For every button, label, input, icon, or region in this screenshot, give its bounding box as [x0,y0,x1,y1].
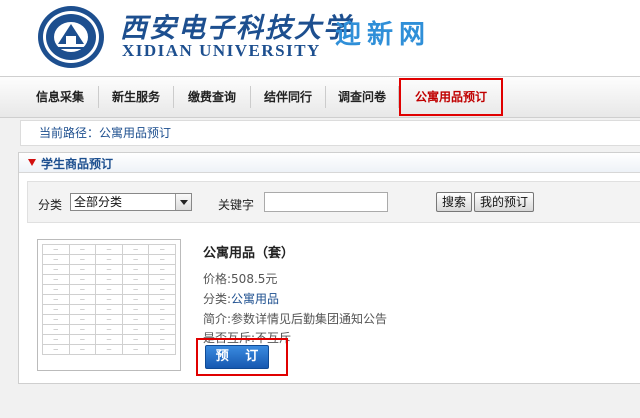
triangle-icon [28,159,36,166]
breadcrumb-prefix: 当前路径： [39,126,100,140]
site-name: 迎新网 [335,20,432,50]
product-image[interactable]: — — — — — — — — — — — — — — — — — — — — — — — — — — — — — — — — — —… [37,239,181,371]
category-field-label: 分类: [203,292,232,306]
breadcrumb-current[interactable]: 公寓用品预订 [99,126,171,140]
intro-label: 简介: [203,312,232,326]
breadcrumb: 当前路径：公寓用品预订 [20,120,640,146]
product-category: 分类:公寓用品 [203,290,279,307]
keyword-input[interactable] [264,192,388,212]
nav-item-info-collection[interactable]: 信息采集 [22,77,98,118]
nav-item-freshman-service[interactable]: 新生服务 [99,77,173,118]
category-select[interactable]: 全部分类 [70,193,192,211]
product-panel: 学生商品预订 分类 全部分类 关键字 搜索 我的预订 — — — — — — — — — — —… [18,152,640,384]
category-field-value[interactable]: 公寓用品 [231,292,279,306]
site-header: 西安电子科技大学 XIDIAN UNIVERSITY 迎新网 [0,0,640,76]
product-price: 价格:508.5元 [203,270,277,287]
university-name-cn: 西安电子科技大学 [120,13,352,44]
footer-bar [0,392,640,418]
university-seal-icon [38,6,104,68]
category-selected-value: 全部分类 [74,195,123,209]
university-name-en: XIDIAN UNIVERSITY [122,41,321,60]
search-button[interactable]: 搜索 [436,192,473,212]
filter-bar: 分类 全部分类 关键字 搜索 我的预订 [27,181,640,223]
price-label: 价格: [203,272,232,286]
chevron-down-icon[interactable] [175,194,191,210]
panel-header: 学生商品预订 [19,153,640,173]
product-intro: 简介:参数详情见后勤集团通知公告 [203,310,387,327]
intro-value: 参数详情见后勤集团通知公告 [231,312,388,326]
nav-item-payment-query[interactable]: 缴费查询 [174,77,250,118]
nav-item-travel-partner[interactable]: 结伴同行 [251,77,325,118]
product-name[interactable]: 公寓用品（套） [203,242,294,261]
panel-title: 学生商品预订 [41,157,114,171]
nav-item-survey[interactable]: 调查问卷 [326,77,398,118]
highlight-box-nav [399,78,503,116]
my-orders-button[interactable]: 我的预订 [474,192,535,212]
main-nav: 信息采集 新生服务 缴费查询 结伴同行 调查问卷 公寓用品预订 [0,76,640,118]
price-value: 508.5元 [231,272,278,286]
category-label: 分类 [38,198,63,212]
keyword-label: 关键字 [218,198,255,212]
product-image-table-graphic: — — — — — — — — — — — — — — — — — — — — — — — — — — — — — — — — — —… [42,244,176,355]
highlight-box-order [196,338,288,376]
